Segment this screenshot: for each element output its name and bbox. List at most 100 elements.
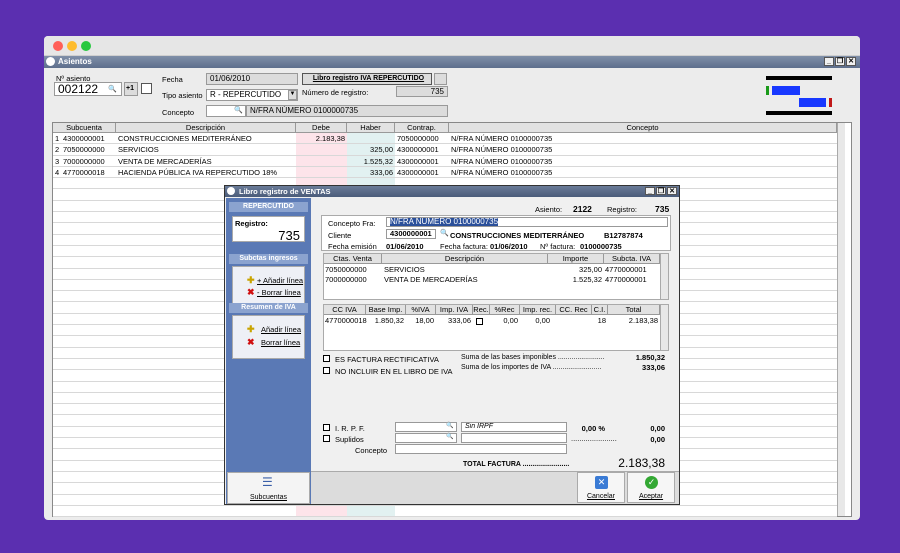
add-icon[interactable]: ✚ [247,324,255,335]
nfactura-value[interactable]: 0100000735 [580,242,622,251]
registro-value: 735 [278,228,300,243]
chevron-down-icon[interactable]: ▼ [288,90,297,100]
add-icon[interactable]: ✚ [247,275,255,286]
report-icon[interactable] [141,83,152,94]
suma-iva-label: Suma de los importes de IVA ............… [461,364,602,371]
libro-registro-button[interactable]: Libro registro IVA REPERCUTIDO [302,73,432,85]
close-button[interactable]: ✕ [846,57,856,66]
search-icon[interactable]: 🔍 [234,106,243,114]
iva-base: 1.850,32 [374,316,404,325]
col-contrap[interactable]: Contrap. [395,123,449,133]
col-importe[interactable]: Importe [548,254,604,264]
emision-value[interactable]: 01/06/2010 [386,242,424,251]
col-cc-iva[interactable]: CC IVA [324,305,366,315]
delete-icon[interactable]: ✖ [247,287,255,298]
subcuentas-button[interactable]: ☰ Subcuentas [227,472,310,504]
concepto-input[interactable]: N/FRA NÚMERO 0100000735 [246,105,448,117]
aceptar-button[interactable]: ✓ Aceptar [627,472,675,503]
zoom-dot[interactable] [81,41,91,51]
fecha-factura-value[interactable]: 01/06/2010 [490,242,528,251]
iva-scrollbar[interactable] [660,305,668,350]
cliente-label: Cliente [328,231,352,240]
table-row[interactable]: 2 7050000000 SERVICIOS 325,00 4300000001 N/FR… [53,144,837,156]
tipo-select[interactable]: R - REPERCUTIDO [206,89,298,101]
cell-concepto: N/FRA NÚMERO 0100000735 [451,167,553,177]
col-ci[interactable]: C.I. [592,305,608,315]
delete-icon[interactable]: ✖ [247,337,255,348]
cliente-nif: B12787874 [604,231,643,240]
ventas-scrollbar[interactable] [660,254,668,299]
table-row[interactable]: 7000000000 VENTA DE MERCADERÍAS 1.525,32 47… [324,275,660,285]
delete-iva-line-button[interactable]: Borrar línea [261,338,300,347]
table-row[interactable] [53,506,837,518]
search-icon[interactable]: 🔍 [108,85,117,93]
dialog-minimize-button[interactable]: _ [645,187,655,195]
plus-one-button[interactable]: +1 [124,82,138,96]
num-registro-value: 735 [396,86,448,97]
col-debe[interactable]: Debe [296,123,347,133]
cancelar-button[interactable]: ✕ Cancelar [577,472,625,503]
iva-ci: 18 [597,316,606,325]
grid-scrollbar[interactable] [837,123,845,516]
col-ventas-descripcion[interactable]: Descripción [382,254,548,264]
cliente-code-input[interactable]: 4300000001 [386,229,436,239]
minimize-dot[interactable] [67,41,77,51]
rectificativa-checkbox[interactable] [323,355,330,362]
minimize-button[interactable]: _ [824,57,834,66]
no-incluir-checkbox[interactable] [323,367,330,374]
col-rec[interactable]: Rec. [473,305,490,315]
col-imp-iva[interactable]: Imp. IVA [436,305,473,315]
cell-n: 2 [55,145,60,155]
col-base-imp[interactable]: Base Imp. [366,305,406,315]
libro-ventas-dialog: Libro registro de VENTAS _ ❐ ✕ REPERCUTI… [224,185,680,505]
suplidos-label: Suplidos [335,435,364,444]
col-total[interactable]: Total [608,305,660,315]
search-icon[interactable]: 🔍 [446,422,453,429]
col-cc-rec[interactable]: CC. Rec [556,305,592,315]
col-imp-rec[interactable]: Imp. rec. [520,305,556,315]
col-prec[interactable]: %Rec [490,305,520,315]
close-dot[interactable] [53,41,63,51]
col-ctas-venta[interactable]: Ctas. Venta [324,254,382,264]
add-line-button[interactable]: + Añadir línea [257,276,303,285]
libro-extra-button[interactable] [434,73,447,85]
col-subcta-iva[interactable]: Subcta. IVA [604,254,660,264]
add-iva-line-button[interactable]: Añadir línea [261,325,301,334]
cell-haber: 1.525,32 [363,156,393,166]
dialog-title: Libro registro de VENTAS [239,187,331,196]
suplidos-value: 0,00 [650,435,665,444]
irpf-concepto-input[interactable] [395,444,567,454]
ventas-cell-desc: VENTA DE MERCADERÍAS [384,275,478,284]
search-icon[interactable]: 🔍 [446,433,453,440]
iva-row[interactable]: 4770000018 1.850,32 18,00 333,06 0,00 0,… [324,316,660,327]
restore-button[interactable]: ❐ [835,57,845,66]
dialog-restore-button[interactable]: ❐ [656,187,666,195]
table-row[interactable]: 3 7000000000 VENTA DE MERCADERÍAS 1.525,32 4… [53,156,837,167]
table-row[interactable]: 1 4300000001 CONSTRUCCIONES MEDITERRÁNEO 2.… [53,133,837,145]
fecha-input[interactable]: 01/06/2010 [206,73,298,85]
search-icon[interactable]: 🔍 [440,229,449,237]
dialog-close-button[interactable]: ✕ [667,187,677,195]
concepto-label: Concepto [162,108,195,117]
col-concepto[interactable]: Concepto [449,123,837,133]
col-haber[interactable]: Haber [347,123,395,133]
window-title: Asientos [58,57,92,66]
table-row[interactable]: 7050000000 SERVICIOS 325,00 4770000001 [324,265,660,275]
col-piva[interactable]: %IVA [406,305,436,315]
cell-contrap: 4300000001 [397,156,439,166]
suplidos-desc-field[interactable] [461,433,567,443]
rec-checkbox[interactable] [476,318,483,325]
registro-top-value: 735 [655,204,670,214]
col-subcuenta[interactable]: Subcuenta [53,123,116,133]
delete-line-button[interactable]: - Borrar línea [257,288,301,297]
brand-logo-blue [772,86,800,95]
brand-logo-red [829,98,832,107]
brand-logo-blue2 [799,98,826,107]
irpf-pct[interactable]: 0,00 % [569,424,605,433]
irpf-checkbox[interactable] [323,424,330,431]
table-row[interactable]: 4 4770000018 HACIENDA PÚBLICA IVA REPERCUT… [53,167,837,179]
col-descripcion[interactable]: Descripción [116,123,296,133]
concepto-fra-input[interactable]: N/FRA NÚMERO 0100000735 [386,217,668,227]
check-icon: ✓ [645,476,658,489]
suplidos-checkbox[interactable] [323,435,330,442]
